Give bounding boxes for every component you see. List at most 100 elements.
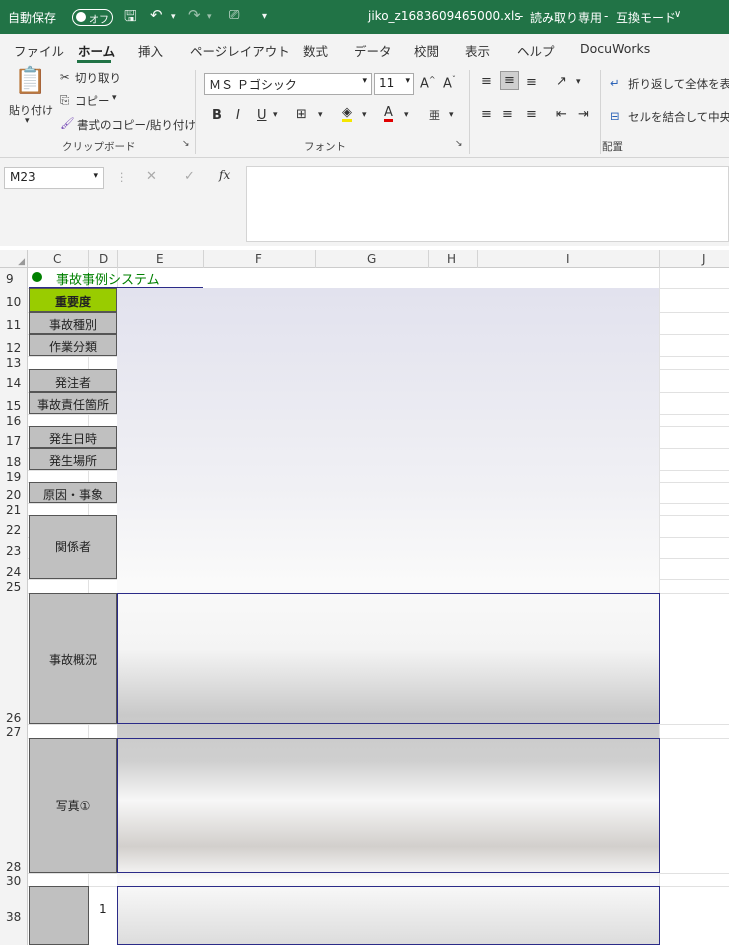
row-header-38[interactable]: 38 <box>6 910 21 924</box>
row-header-18[interactable]: 18 <box>6 455 21 469</box>
wrap-text-button[interactable]: 折り返して全体を表示 <box>628 76 729 92</box>
camera-icon[interactable]: ⎚ <box>229 8 239 23</box>
row-header-16[interactable]: 16 <box>6 414 21 428</box>
paste-button[interactable]: 貼り付け <box>9 102 53 118</box>
underline-button[interactable]: U <box>257 108 267 123</box>
cut-button[interactable]: 切り取り <box>75 70 121 86</box>
clipboard-launcher-icon[interactable]: ↘ <box>182 139 190 149</box>
name-box-dropdown-icon[interactable]: ▾ <box>93 171 98 181</box>
font-name-input[interactable]: ＭＳ Ｐゴシック ▾ <box>204 73 372 95</box>
copy-icon[interactable]: ⎘ <box>60 93 69 108</box>
borders-dropdown-icon[interactable]: ▾ <box>318 110 323 120</box>
align-right-icon[interactable]: ≡ <box>526 107 537 122</box>
fill-color-dropdown-icon[interactable]: ▾ <box>362 110 367 120</box>
row-header-12[interactable]: 12 <box>6 341 21 355</box>
paste-icon[interactable]: 📋 <box>14 66 46 96</box>
fill-color-icon[interactable]: ◈ <box>342 106 352 122</box>
customize-qat-icon[interactable]: ▾ <box>262 11 267 22</box>
font-launcher-icon[interactable]: ↘ <box>455 139 463 149</box>
phonetic-dropdown-icon[interactable]: ▾ <box>449 110 454 120</box>
copy-dropdown-icon[interactable]: ▾ <box>112 93 117 103</box>
row-header-11[interactable]: 11 <box>6 318 21 332</box>
select-all-corner[interactable]: ◢ <box>0 250 28 268</box>
tab-review[interactable]: 校閲 <box>414 41 439 60</box>
orientation-icon[interactable]: ↗ <box>556 74 567 89</box>
tab-help[interactable]: ヘルプ <box>517 41 555 60</box>
tab-view[interactable]: 表示 <box>465 41 490 60</box>
increase-indent-icon[interactable]: ⇥ <box>578 107 589 122</box>
cut-icon[interactable]: ✂ <box>60 70 70 84</box>
cancel-icon[interactable]: ✕ <box>146 169 157 184</box>
align-center-icon[interactable]: ≡ <box>502 107 513 122</box>
col-header-d[interactable]: D <box>99 252 108 266</box>
col-header-f[interactable]: F <box>255 252 262 266</box>
row-header-28[interactable]: 28 <box>6 860 21 874</box>
insert-function-icon[interactable]: fx <box>219 168 230 182</box>
bold-button[interactable]: B <box>212 108 222 123</box>
font-size-input[interactable]: 11 ▾ <box>374 73 414 95</box>
merge-center-icon[interactable]: ⊟ <box>610 109 620 123</box>
row-header-30[interactable]: 30 <box>6 874 21 888</box>
summary-box[interactable] <box>117 593 660 724</box>
format-painter-button[interactable]: 書式のコピー/貼り付け <box>77 117 196 133</box>
row-header-23[interactable]: 23 <box>6 544 21 558</box>
autosave-toggle[interactable]: オフ <box>72 9 113 26</box>
tab-data[interactable]: データ <box>354 41 392 60</box>
formula-bar-splitter-icon[interactable]: ⋮ <box>116 170 128 184</box>
row-header-24[interactable]: 24 <box>6 565 21 579</box>
compat-mode-label[interactable]: 互換モード <box>616 9 676 26</box>
row-header-15[interactable]: 15 <box>6 399 21 413</box>
name-box[interactable]: M23 ▾ <box>4 167 104 189</box>
wrap-text-icon[interactable]: ↵ <box>610 76 620 90</box>
photo-box[interactable] <box>117 738 660 873</box>
align-bottom-icon[interactable]: ≡ <box>526 75 537 90</box>
save-icon[interactable]: 🖫 <box>124 6 137 31</box>
row-header-20[interactable]: 20 <box>6 488 21 502</box>
row-header-22[interactable]: 22 <box>6 523 21 537</box>
worksheet[interactable]: 9 10 11 12 13 14 15 16 17 18 19 20 21 22… <box>0 268 729 945</box>
align-left-icon[interactable]: ≡ <box>481 107 492 122</box>
col-header-j[interactable]: J <box>702 252 706 266</box>
font-name-dropdown-icon[interactable]: ▾ <box>362 76 367 86</box>
underline-dropdown-icon[interactable]: ▾ <box>273 110 278 120</box>
row-header-13[interactable]: 13 <box>6 356 21 370</box>
borders-icon[interactable]: ⊞ <box>296 107 307 122</box>
row-header-14[interactable]: 14 <box>6 376 21 390</box>
font-size-dropdown-icon[interactable]: ▾ <box>405 76 410 86</box>
phonetic-icon[interactable]: 亜 <box>429 107 440 123</box>
row-header-17[interactable]: 17 <box>6 434 21 448</box>
col-header-h[interactable]: H <box>447 252 456 266</box>
copy-button[interactable]: コピー <box>75 93 110 109</box>
decrease-indent-icon[interactable]: ⇤ <box>556 107 567 122</box>
col-header-i[interactable]: I <box>566 252 570 266</box>
col-header-g[interactable]: G <box>367 252 376 266</box>
tab-home[interactable]: ホーム <box>78 41 115 60</box>
row-header-19[interactable]: 19 <box>6 470 21 484</box>
decrease-font-icon[interactable]: Aˇ <box>443 75 456 91</box>
undo-dropdown-icon[interactable]: ▾ <box>171 12 176 22</box>
enter-icon[interactable]: ✓ <box>184 169 195 184</box>
font-color-icon[interactable]: A <box>384 106 393 122</box>
row-header-9[interactable]: 9 <box>6 272 14 286</box>
row-header-27[interactable]: 27 <box>6 725 21 739</box>
undo-icon[interactable]: ↶ <box>150 6 163 24</box>
increase-font-icon[interactable]: A^ <box>420 75 436 91</box>
row-header-25[interactable]: 25 <box>6 580 21 594</box>
font-color-dropdown-icon[interactable]: ▾ <box>404 110 409 120</box>
col-header-e[interactable]: E <box>156 252 164 266</box>
redo-icon[interactable]: ↷ <box>188 6 201 24</box>
row-header-10[interactable]: 10 <box>6 295 21 309</box>
compat-dropdown-icon[interactable]: ∨ <box>674 9 681 20</box>
tab-file[interactable]: ファイル <box>14 41 64 60</box>
detail-box[interactable] <box>117 886 660 945</box>
format-painter-icon[interactable]: 🖌 <box>60 116 75 130</box>
redo-dropdown-icon[interactable]: ▾ <box>207 12 212 22</box>
orientation-dropdown-icon[interactable]: ▾ <box>576 77 581 87</box>
tab-page-layout[interactable]: ページレイアウト <box>190 41 290 60</box>
align-middle-icon[interactable]: ≡ <box>500 71 519 90</box>
merge-center-button[interactable]: セルを結合して中央揃 <box>628 109 729 125</box>
align-top-icon[interactable]: ≡ <box>481 74 492 89</box>
col-header-c[interactable]: C <box>53 252 61 266</box>
row-header-21[interactable]: 21 <box>6 503 21 517</box>
tab-insert[interactable]: 挿入 <box>138 41 163 60</box>
